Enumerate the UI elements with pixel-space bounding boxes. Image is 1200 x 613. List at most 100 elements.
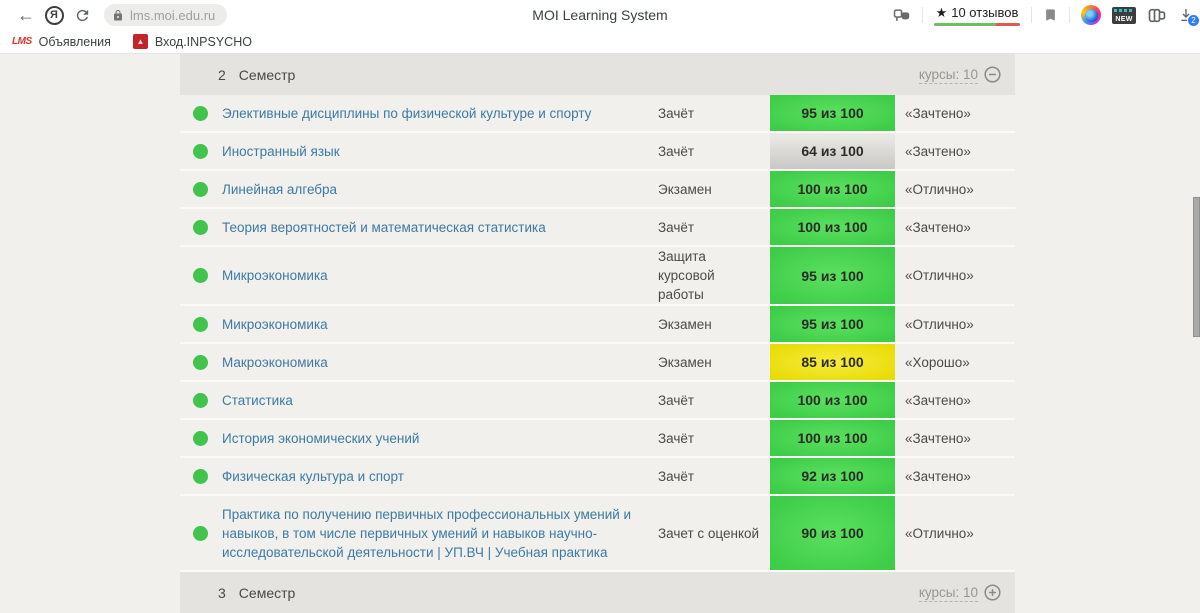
assessment-type: Экзамен — [658, 316, 712, 332]
reviews-count: 10 отзывов — [951, 5, 1019, 20]
course-link[interactable]: Теория вероятностей и математическая ста… — [220, 213, 658, 242]
score-badge: 100 из 100 — [770, 171, 895, 207]
divider — [1069, 7, 1070, 23]
semester-3-courses-toggle[interactable]: курсы: 10 — [918, 584, 1001, 602]
green-status-dot — [192, 354, 208, 370]
course-link[interactable]: Иностранный язык — [220, 137, 658, 166]
green-status-dot — [192, 219, 208, 235]
vertical-scrollbar-thumb[interactable] — [1193, 197, 1200, 337]
bookmark-label: Объявления — [38, 34, 111, 49]
semester-3-header: 3 Семестр курсы: 10 — [180, 572, 1015, 613]
bookmark-label: Вход.INPSYCHO — [154, 34, 252, 49]
status-dot-cell — [180, 316, 220, 332]
status-dot-cell — [180, 181, 220, 197]
grade-text: «Отлично» — [905, 181, 974, 197]
course-link[interactable]: Макроэкономика — [220, 348, 658, 377]
table-row: Физическая культура и спорт Зачёт 92 из … — [180, 458, 1015, 496]
protect-icon[interactable] — [892, 7, 911, 24]
score-badge: 100 из 100 — [770, 382, 895, 418]
assessment-type: Зачёт — [658, 143, 695, 159]
status-dot-cell — [180, 525, 220, 541]
lock-icon — [112, 9, 124, 22]
course-link[interactable]: Микроэкономика — [220, 310, 658, 339]
status-dot-cell — [180, 143, 220, 159]
semester-title: Семестр — [238, 584, 296, 601]
toolbar-right-icons: ★ 10 отзывов NEW 2 — [892, 0, 1200, 30]
status-dot-cell — [180, 105, 220, 121]
grade-text: «Хорошо» — [905, 354, 970, 370]
assessment-type: Зачёт — [658, 219, 695, 235]
table-row: Иностранный язык Зачёт 64 из 100 «Зачтен… — [180, 133, 1015, 171]
bookmark-item-inpsycho-login[interactable]: ▲ Вход.INPSYCHO — [132, 34, 252, 49]
semester-title: Семестр — [238, 66, 296, 83]
green-status-dot — [192, 468, 208, 484]
green-status-dot — [192, 525, 208, 541]
score-badge: 95 из 100 — [770, 95, 895, 131]
url-text: lms.moi.edu.ru — [130, 7, 216, 23]
divider — [922, 7, 923, 23]
site-reviews[interactable]: ★ 10 отзывов — [934, 5, 1020, 26]
table-row: Линейная алгебра Экзамен 100 из 100 «Отл… — [180, 171, 1015, 209]
semester-number: 3 — [218, 584, 226, 601]
reviews-rating-bar — [934, 22, 1020, 26]
assessment-type: Зачёт — [658, 105, 695, 121]
course-link[interactable]: Элективные дисциплины по физической куль… — [220, 99, 658, 128]
expand-plus-icon[interactable] — [984, 584, 1001, 601]
table-row: Практика по получению первичных професси… — [180, 496, 1015, 572]
side-panels-icon[interactable] — [1147, 7, 1167, 24]
grade-text: «Зачтено» — [905, 105, 971, 121]
green-status-dot — [192, 268, 208, 283]
browser-chrome: ← Я lms.moi.edu.ru MOI Learning System ★… — [0, 0, 1200, 54]
course-link[interactable]: Практика по получению первичных професси… — [220, 500, 658, 567]
semester-2-courses-toggle[interactable]: курсы: 10 — [918, 66, 1001, 84]
refresh-icon[interactable] — [68, 3, 96, 27]
course-link[interactable]: Линейная алгебра — [220, 175, 658, 204]
status-dot-cell — [180, 219, 220, 235]
downloads-badge: 2 — [1187, 14, 1200, 27]
address-bar[interactable]: lms.moi.edu.ru — [104, 4, 228, 26]
assessment-type: Экзамен — [658, 354, 712, 370]
course-link[interactable]: Физическая культура и спорт — [220, 462, 658, 491]
inpsycho-logo-icon: ▲ — [132, 34, 148, 49]
grade-text: «Зачтено» — [905, 219, 971, 235]
score-badge: 95 из 100 — [770, 306, 895, 342]
course-link[interactable]: История экономических учений — [220, 424, 658, 453]
score-badge: 100 из 100 — [770, 209, 895, 245]
extension-orb-icon[interactable] — [1081, 5, 1101, 25]
assessment-type: Экзамен — [658, 181, 712, 197]
bookmarks-bar: LMS Объявления ▲ Вход.INPSYCHO — [0, 30, 1200, 54]
assessment-type: Зачёт — [658, 392, 695, 408]
green-status-dot — [192, 143, 208, 159]
bookmark-icon[interactable] — [1043, 7, 1058, 23]
grade-text: «Отлично» — [905, 268, 974, 283]
page-content: 2 Семестр курсы: 10 Элективные дисциплин… — [0, 54, 1200, 613]
status-dot-cell — [180, 392, 220, 408]
assessment-type: Защита курсовой работы — [658, 249, 715, 302]
assessment-type: Зачёт — [658, 468, 695, 484]
grades-table: 2 Семестр курсы: 10 Элективные дисциплин… — [180, 54, 1015, 613]
table-row: Элективные дисциплины по физической куль… — [180, 95, 1015, 133]
status-dot-cell — [180, 430, 220, 446]
grade-text: «Зачтено» — [905, 143, 971, 159]
grade-text: «Зачтено» — [905, 468, 971, 484]
score-badge: 100 из 100 — [770, 420, 895, 456]
divider — [1031, 7, 1032, 23]
table-row: Макроэкономика Экзамен 85 из 100 «Хорошо… — [180, 344, 1015, 382]
downloads-icon[interactable]: 2 — [1178, 7, 1200, 27]
course-link[interactable]: Статистика — [220, 386, 658, 415]
semester-2-header: 2 Семестр курсы: 10 — [180, 54, 1015, 95]
bookmark-item-announcements[interactable]: LMS Объявления — [12, 35, 111, 49]
table-row: Микроэкономика Экзамен 95 из 100 «Отличн… — [180, 306, 1015, 344]
back-button[interactable]: ← — [12, 3, 40, 27]
green-status-dot — [192, 392, 208, 408]
whats-new-icon[interactable]: NEW — [1112, 6, 1136, 24]
grade-text: «Отлично» — [905, 525, 974, 541]
table-row: Теория вероятностей и математическая ста… — [180, 209, 1015, 247]
browser-toolbar: ← Я lms.moi.edu.ru MOI Learning System ★… — [0, 0, 1200, 30]
courses-count-link: курсы: 10 — [918, 584, 978, 602]
collapse-minus-icon[interactable] — [984, 66, 1001, 83]
assessment-type: Зачёт — [658, 430, 695, 446]
grade-text: «Отлично» — [905, 316, 974, 332]
yandex-browser-icon[interactable]: Я — [40, 3, 68, 27]
course-link[interactable]: Микроэкономика — [220, 261, 658, 290]
